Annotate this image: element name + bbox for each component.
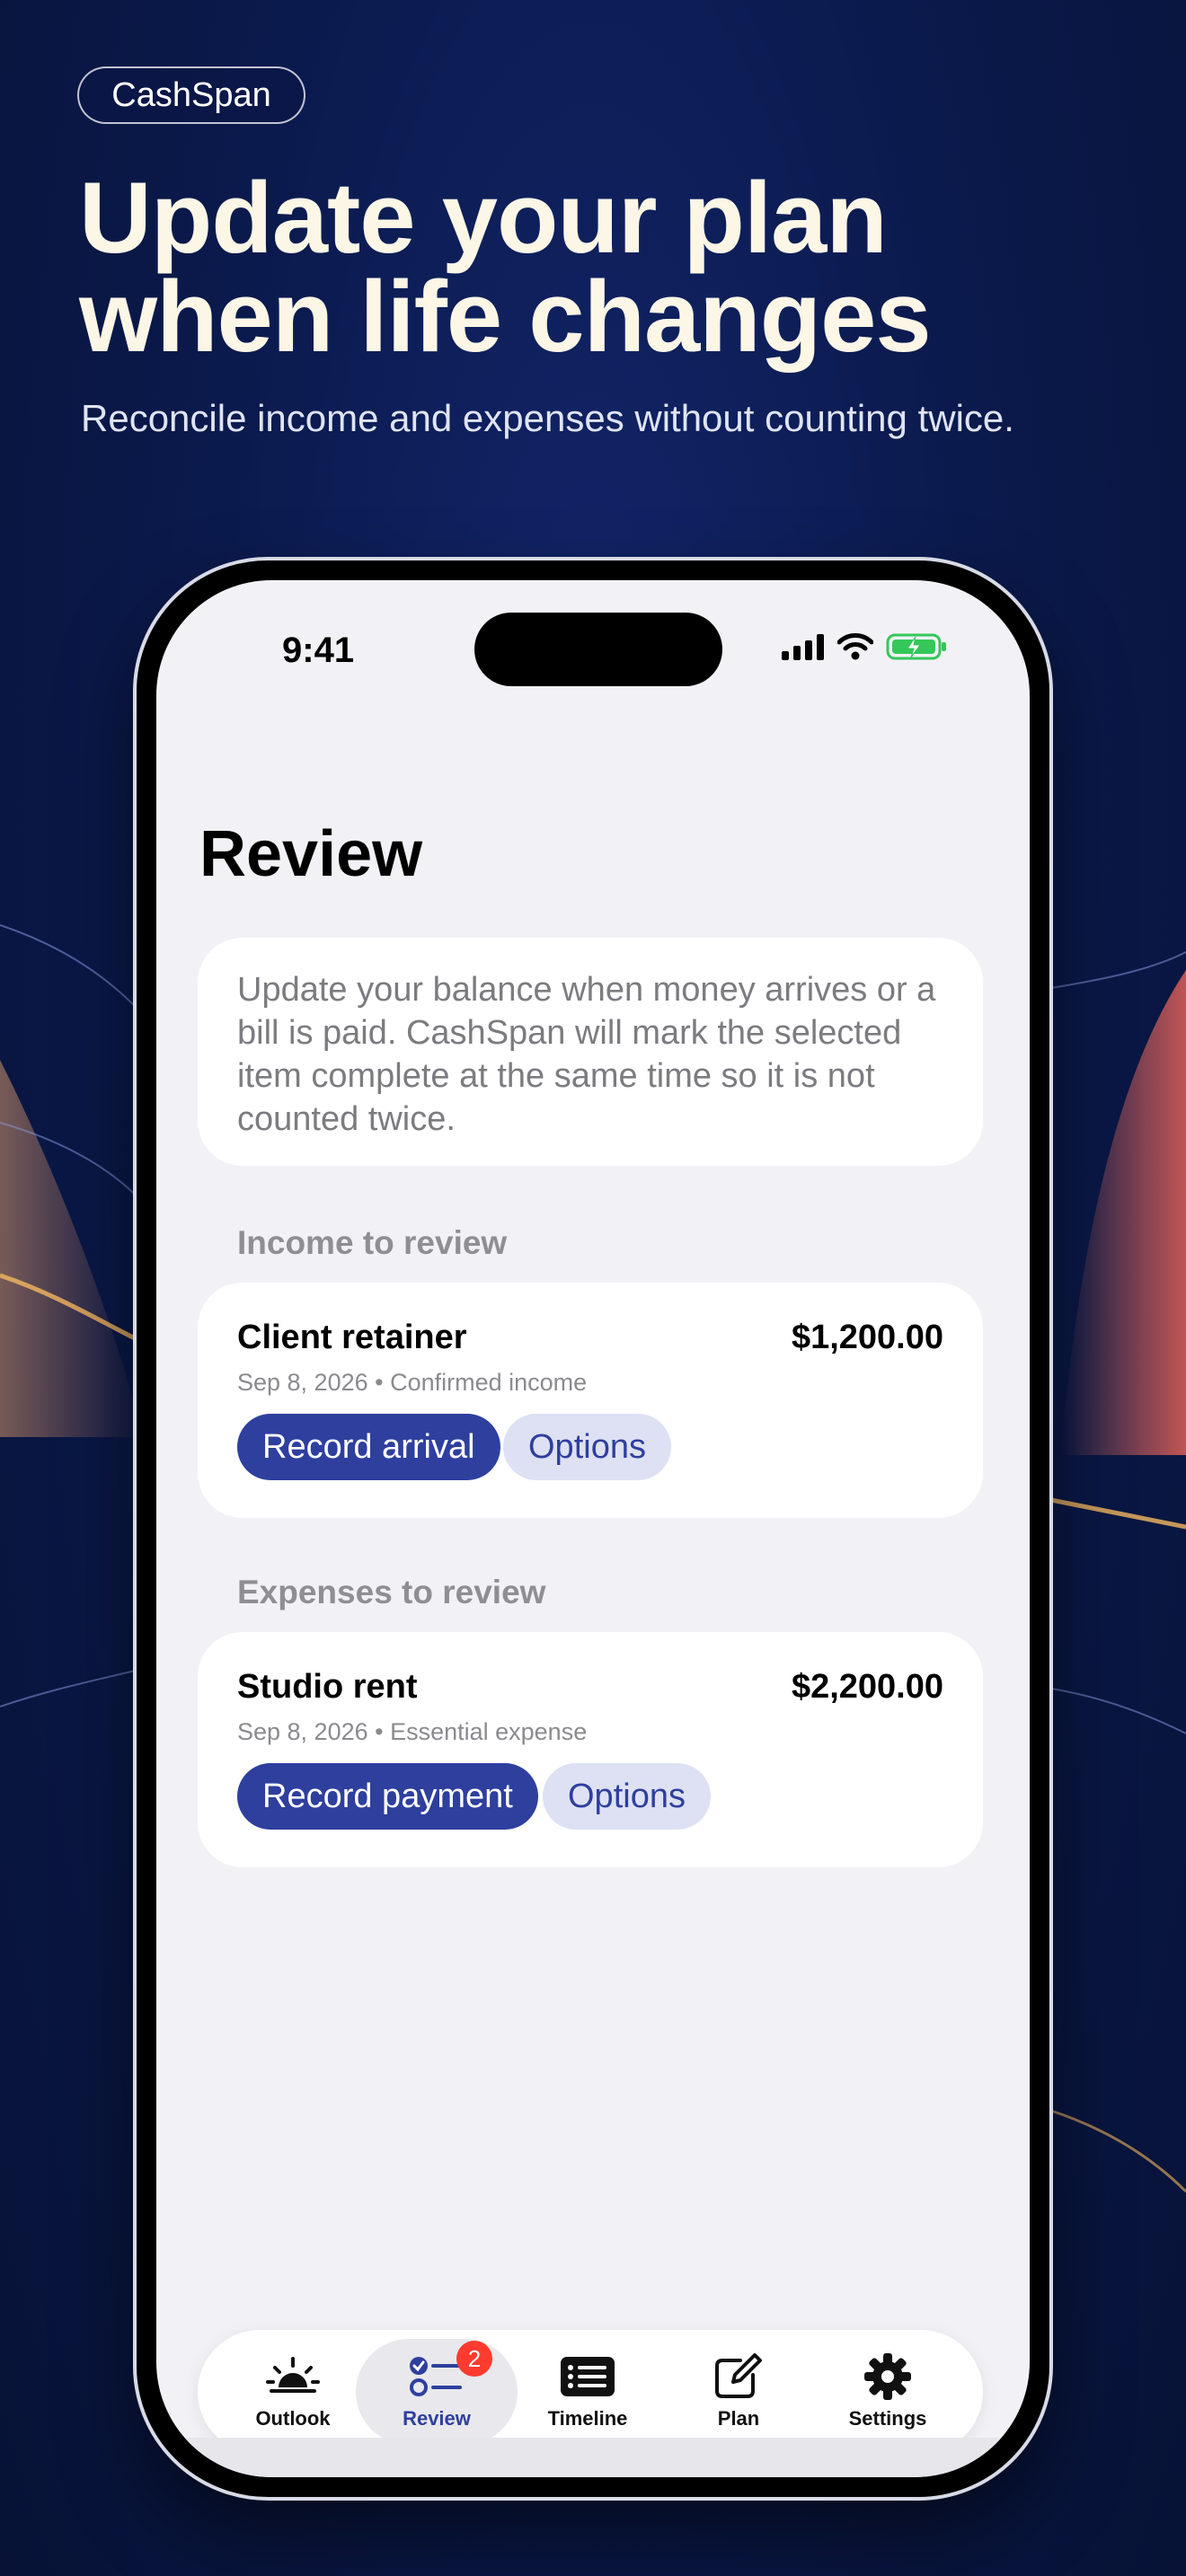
brand-pill: CashSpan <box>77 66 305 124</box>
gear-icon <box>863 2353 913 2400</box>
dynamic-island <box>474 613 722 686</box>
tab-label: Settings <box>848 2407 927 2430</box>
phone-screen: 9:41 Review Update your balance when mon… <box>156 580 1030 2477</box>
status-icons <box>782 632 949 661</box>
tab-bar: Outlook 2 Review Timeline Plan Settings <box>198 2330 983 2454</box>
cellular-signal-icon <box>782 634 824 660</box>
item-meta: Sep 8, 2026 • Essential expense <box>237 1718 588 1745</box>
info-card: Update your balance when money arrives o… <box>198 938 983 1166</box>
tab-label: Outlook <box>255 2407 331 2430</box>
income-section-label: Income to review <box>237 1224 508 1261</box>
headline-line-2: when life changes <box>79 260 932 373</box>
item-amount: $2,200.00 <box>791 1668 943 1706</box>
subheadline: Reconcile income and expenses without co… <box>81 397 1014 439</box>
item-name: Client retainer <box>237 1319 467 1356</box>
tab-plan[interactable]: Plan <box>658 2339 819 2445</box>
income-item-card: Client retainer $1,200.00 Sep 8, 2026 • … <box>198 1283 983 1518</box>
record-arrival-button[interactable]: Record arrival <box>237 1414 500 1480</box>
tab-label: Review <box>403 2407 471 2430</box>
expense-item-card: Studio rent $2,200.00 Sep 8, 2026 • Esse… <box>198 1632 983 1867</box>
notification-badge: 2 <box>456 2341 492 2377</box>
tab-label: Timeline <box>547 2407 628 2430</box>
item-amount: $1,200.00 <box>791 1319 943 1356</box>
tab-label: Plan <box>717 2407 760 2430</box>
headline: Update your plan when life changes <box>79 168 1103 367</box>
tab-settings[interactable]: Settings <box>807 2339 969 2445</box>
income-options-button[interactable]: Options <box>503 1414 671 1480</box>
edit-icon <box>713 2353 764 2400</box>
item-name: Studio rent <box>237 1668 418 1706</box>
record-payment-button[interactable]: Record payment <box>237 1763 538 1830</box>
home-indicator-area <box>156 2438 1030 2477</box>
page-title: Review <box>199 818 423 890</box>
list-icon <box>560 2353 615 2400</box>
tab-review[interactable]: 2 Review <box>356 2339 518 2445</box>
tab-outlook[interactable]: Outlook <box>212 2339 374 2445</box>
expenses-section-label: Expenses to review <box>237 1574 546 1610</box>
headline-line-1: Update your plan <box>79 162 888 274</box>
status-time: 9:41 <box>282 631 355 670</box>
expense-options-button[interactable]: Options <box>543 1763 711 1830</box>
sunrise-icon <box>264 2353 322 2400</box>
battery-charging-icon <box>886 633 946 660</box>
phone-frame: 9:41 Review Update your balance when mon… <box>133 557 1053 2501</box>
tab-timeline[interactable]: Timeline <box>507 2339 668 2445</box>
item-meta: Sep 8, 2026 • Confirmed income <box>237 1369 588 1396</box>
wifi-icon <box>837 633 873 660</box>
